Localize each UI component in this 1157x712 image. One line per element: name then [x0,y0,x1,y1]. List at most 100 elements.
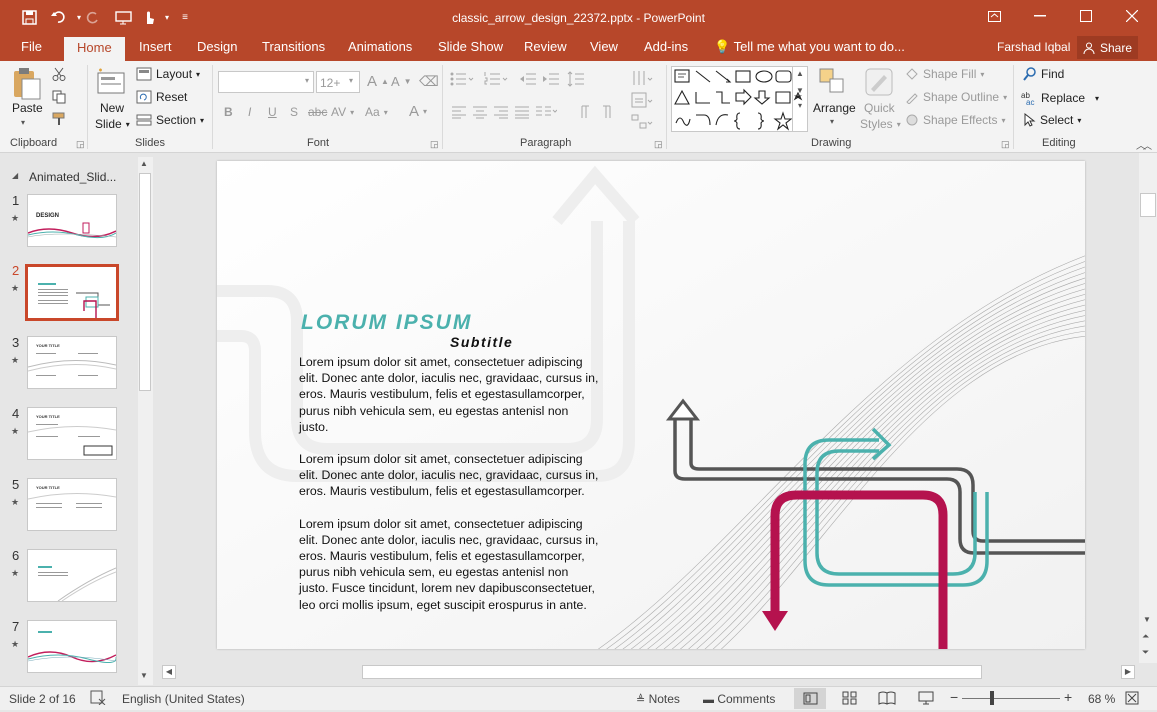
tab-design[interactable]: Design [197,39,237,61]
scroll-up-icon[interactable]: ▲ [140,159,148,168]
paste-icon[interactable] [10,67,44,105]
bold-button[interactable]: B [224,105,233,119]
align-left-icon[interactable] [451,105,467,122]
scroll-thumb[interactable] [362,665,982,679]
slide-thumbnail-2[interactable] [25,264,119,321]
strikethrough-button[interactable]: abc [308,105,327,119]
layout-button[interactable]: Layout ▾ [136,67,200,81]
drawing-launcher-icon[interactable]: ◲ [1001,139,1010,150]
scroll-down-icon[interactable]: ▼ [1143,615,1151,624]
columns-icon[interactable] [535,105,558,122]
font-name-dropdown-icon[interactable]: ▾ [305,71,315,93]
comments-button[interactable]: ▬ Comments [703,692,775,706]
section-header[interactable]: Animated_Slid... [29,170,116,184]
line-spacing-icon[interactable] [567,71,591,90]
scroll-thumb[interactable] [139,173,151,391]
zoom-slider[interactable] [962,698,1060,699]
scroll-thumb[interactable] [1140,193,1156,217]
clipboard-launcher-icon[interactable]: ◲ [76,139,85,150]
tab-slide-show[interactable]: Slide Show [438,39,503,61]
copy-icon[interactable] [52,90,68,107]
slide-subtitle[interactable]: Subtitle [450,334,513,350]
scroll-left-icon[interactable]: ◀ [162,665,176,679]
slide-vertical-scrollbar[interactable]: ︿ ▼ ⏶ ⏷ [1139,141,1157,663]
select-button[interactable]: Select ▾ [1024,113,1081,127]
notes-button[interactable]: ≜ Notes [636,692,680,706]
slide-horizontal-scrollbar[interactable]: ◀ ▶ [158,663,1139,683]
font-size-box[interactable]: 12+ [316,71,360,93]
shape-effects-button[interactable]: Shape Effects ▾ [905,113,1006,127]
underline-button[interactable]: U [268,105,277,119]
text-shadow-button[interactable]: S [290,105,298,119]
align-right-icon[interactable] [493,105,509,122]
shapes-gallery-scroll[interactable]: ▲ ▼ ▾ [792,67,807,131]
tab-transitions[interactable]: Transitions [262,39,325,61]
arrange-button[interactable]: Arrange [813,101,856,115]
format-painter-icon[interactable] [52,112,68,129]
ltr-direction-icon[interactable] [578,105,594,122]
font-name-box[interactable] [218,71,314,93]
grow-font-button[interactable]: A ▲ [367,73,389,90]
tab-home[interactable]: Home [64,37,125,61]
slide-thumbnail-7[interactable] [27,620,117,673]
slide-thumbnail-6[interactable] [27,549,117,602]
shape-fill-button[interactable]: Shape Fill ▾ [905,67,984,81]
tab-review[interactable]: Review [524,39,567,61]
reading-view-icon[interactable] [878,691,896,708]
justify-icon[interactable] [514,105,530,122]
font-color-button[interactable]: A ▾ [409,103,427,120]
slide-counter[interactable]: Slide 2 of 16 [9,692,76,706]
replace-button[interactable]: ab ac Replace ▾ [1021,90,1099,106]
paragraph-launcher-icon[interactable]: ◲ [654,139,663,150]
align-center-icon[interactable] [472,105,488,122]
zoom-in-icon[interactable]: + [1064,689,1072,705]
increase-indent-icon[interactable] [542,71,560,90]
new-slide-icon[interactable] [95,67,127,102]
slide-thumbnail-5[interactable]: YOUR TITLE [27,478,117,531]
font-launcher-icon[interactable]: ◲ [430,139,439,150]
slide-title[interactable]: LORUM IPSUM [301,311,472,335]
quick-styles-label[interactable]: Quick [864,101,895,115]
slide-thumbnail-1[interactable]: DESIGN [27,194,117,247]
user-name[interactable]: Farshad Iqbal [997,40,1070,62]
tab-file[interactable]: File [21,39,42,61]
slide-thumbnail-3[interactable]: YOUR TITLE [27,336,117,389]
ribbon-display-options-icon[interactable] [971,0,1017,32]
align-text-icon[interactable] [631,91,653,112]
fit-to-window-icon[interactable] [1125,691,1139,708]
quick-styles-label-2[interactable]: Styles ▾ [860,117,901,131]
shape-outline-button[interactable]: Shape Outline ▾ [905,90,1007,104]
smartart-icon[interactable] [631,113,653,134]
slide-sorter-icon[interactable] [842,691,858,708]
slide-canvas[interactable]: LORUM IPSUM Subtitle Lorem ipsum dolor s… [217,161,1085,649]
tab-insert[interactable]: Insert [139,39,172,61]
zoom-level[interactable]: 68 % [1088,692,1115,706]
reset-button[interactable]: Reset [136,90,187,104]
next-slide-icon[interactable]: ⏷ [1142,647,1149,658]
thumbnail-scrollbar[interactable]: ▲ ▼ [138,157,153,685]
zoom-slider-thumb[interactable] [990,691,994,705]
font-size-dropdown-icon[interactable]: ▾ [349,76,353,85]
minimize-icon[interactable] [1017,0,1063,32]
shrink-font-button[interactable]: A ▼ [391,74,412,89]
previous-slide-icon[interactable]: ⏶ [1142,631,1149,642]
character-spacing-button[interactable]: AV ▾ [331,105,354,119]
paste-dropdown-icon[interactable]: ▾ [21,118,25,127]
arrange-icon[interactable] [818,67,848,100]
rtl-direction-icon[interactable] [598,105,614,122]
tell-me-box[interactable]: 💡 Tell me what you want to do... [714,39,905,61]
find-button[interactable]: Find [1023,67,1064,81]
spell-check-icon[interactable] [90,690,106,708]
quick-styles-icon[interactable] [864,67,894,100]
slide-show-icon[interactable] [917,691,935,708]
numbering-icon[interactable] [484,71,508,90]
text-direction-icon[interactable] [631,69,653,90]
arrange-dropdown-icon[interactable]: ▾ [830,117,834,126]
tab-add-ins[interactable]: Add-ins [644,39,688,61]
tab-animations[interactable]: Animations [348,39,412,61]
cut-icon[interactable] [52,67,66,84]
tab-view[interactable]: View [590,39,618,61]
scroll-up-icon[interactable]: ︿ [1143,139,1152,152]
share-button[interactable]: Share [1077,36,1138,59]
slide-thumbnail-4[interactable]: YOUR TITLE [27,407,117,460]
